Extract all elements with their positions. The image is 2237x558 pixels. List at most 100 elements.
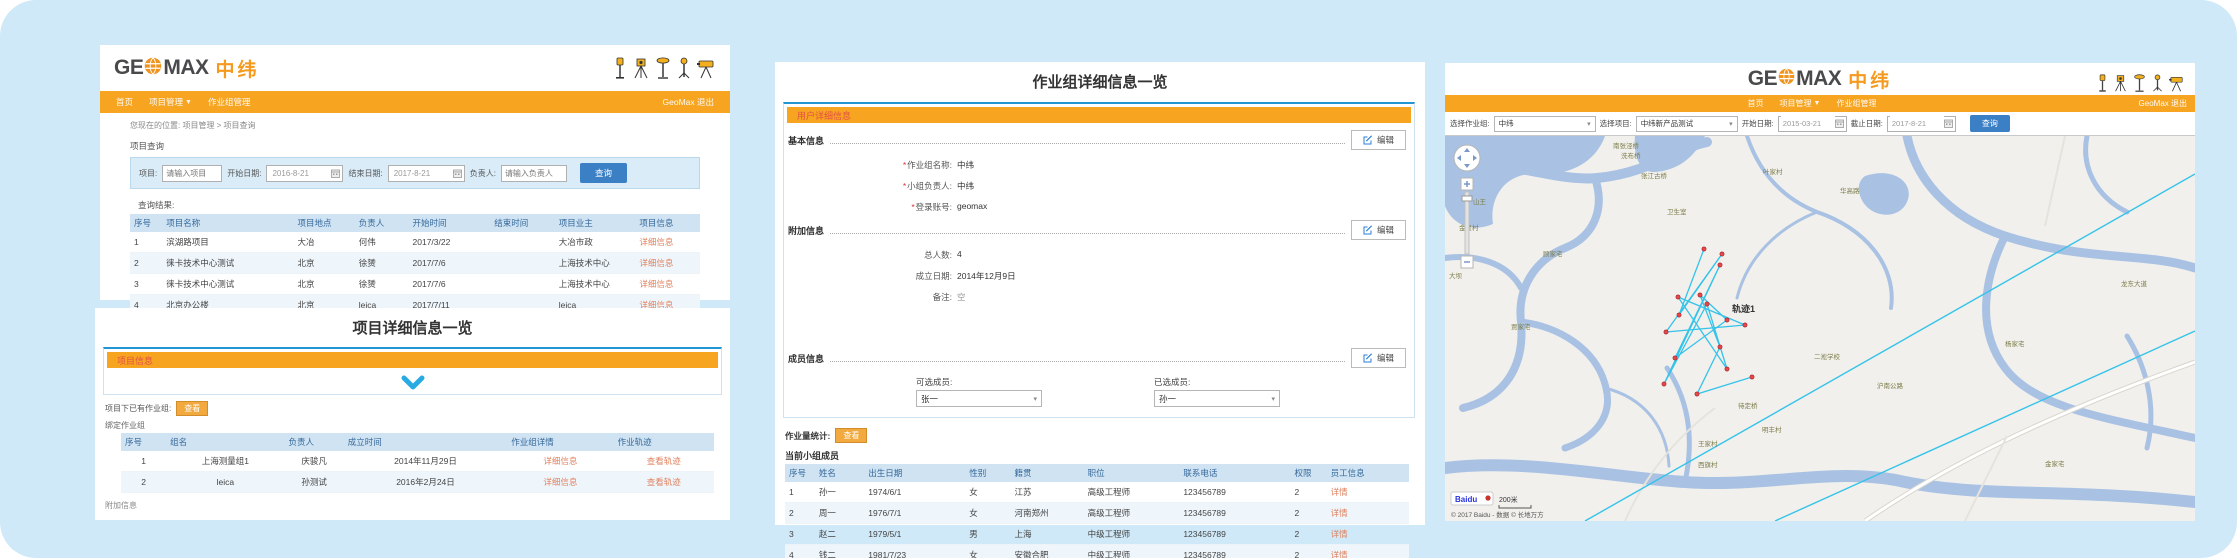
field-value: 中纬 [957,159,974,171]
end-date-input[interactable] [391,167,453,180]
table-link-cell[interactable]: 详情 [1327,545,1409,558]
svg-text:Baidu: Baidu [1455,495,1477,504]
table-body: 1滨湖路项目大冶何伟2017/3/22大冶市政详细信息2徕卡技术中心测试北京徐赟… [130,232,700,316]
table-link-cell[interactable]: 查看轨迹 [614,472,714,493]
table-link-cell[interactable]: 详情 [1327,482,1409,503]
owner-input[interactable] [501,165,567,182]
nav-workgroup-management[interactable]: 作业组管理 [208,96,251,108]
start-date-input[interactable] [1781,116,1835,131]
user-detail-box: 用户详细信息 基本信息 编辑 *作业组名称:中纬 *小组负责人:中纬 *登录账号… [783,102,1415,418]
start-date-field[interactable] [266,165,343,182]
column-header: 结束时间 [490,214,555,232]
field-label: *登录账号: [784,201,952,213]
project-name-input[interactable] [162,165,222,182]
map-pan-control[interactable] [1454,145,1480,171]
column-header: 姓名 [815,464,864,482]
field-value: geomax [957,201,987,213]
track-point-marker [1664,330,1668,334]
edit-extra-button[interactable]: 编辑 [1351,220,1406,240]
map-canvas[interactable]: 轨迹1 山王金星村大坝顾家宅贾家宅南张泾桥洗布桥张江古桥叶家村华高路卫生室王家村… [1445,136,2195,521]
nav-project-management[interactable]: 项目管理▼ [1780,98,1821,109]
table-link-cell[interactable]: 详细信息 [507,472,613,493]
table-link-cell[interactable]: 详细信息 [507,451,613,472]
track-map-window: GE MAX 中纬 首页 项目管理▼ 作业组管理 GeoMax 退出 选择作业组… [1445,63,2195,520]
project-select[interactable]: 中纬新产品测试▾ [1636,116,1738,132]
zoom-handle[interactable] [1462,196,1472,201]
map-place-label: 南张泾桥 [1613,141,1640,150]
expand-row[interactable] [104,371,721,394]
table-body: 1孙一1974/6/1女江苏高级工程师1234567892详情2周一1976/7… [785,482,1409,558]
column-header: 出生日期 [864,464,965,482]
field-label: *小组负责人: [784,180,952,192]
table-link-cell[interactable]: 详情 [1327,503,1409,524]
member-selects-row: 可选成员: 张一▾ 已选成员: 孙一▾ [916,376,1414,407]
search-button[interactable]: 查询 [580,163,627,183]
logout-link[interactable]: GeoMax 退出 [2139,98,2187,109]
logo-text-zhongwei: 中纬 [1848,66,1892,93]
start-date-label: 开始日期: [1742,118,1774,129]
start-date-field[interactable] [1778,116,1847,132]
available-members-select[interactable]: 张一▾ [916,390,1042,407]
logo-text-max: MAX [1796,67,1841,91]
logout-link[interactable]: GeoMax 退出 [663,96,715,108]
end-date-field[interactable] [1887,116,1956,132]
chevron-down-icon[interactable] [400,375,426,391]
table-cell: 1981/7/23 [864,545,965,558]
group-select[interactable]: 中纬▾ [1494,116,1596,132]
calendar-icon[interactable] [1944,119,1953,128]
map-place-label: 金家宅 [2045,459,2065,468]
end-date-input[interactable] [1890,116,1944,131]
map-place-label: 洗布桥 [1621,151,1641,160]
geomax-logo: GE MAX 中纬 [1748,66,1893,93]
nav-workgroup-management[interactable]: 作业组管理 [1836,98,1876,109]
view-bound-groups-button[interactable]: 查看 [176,401,208,416]
field-value: 2014年12月9日 [957,270,1016,282]
selected-option: 孙一 [1159,393,1176,405]
table-cell: 2016年2月24日 [344,472,508,493]
table-link-cell[interactable]: 详细信息 [635,274,700,295]
bind-group-label: 绑定作业组 [105,420,730,431]
edit-members-button[interactable]: 编辑 [1351,348,1406,368]
gnss-rover-icon [654,57,672,79]
workload-stats-label: 作业量统计: [785,430,830,442]
table-link-cell[interactable]: 详情 [1327,524,1409,545]
track-point-marker [1673,356,1677,360]
globe-icon [1778,68,1795,90]
nav-home[interactable]: 首页 [116,96,133,108]
table-cell: 2017/3/22 [409,232,491,253]
calendar-icon[interactable] [1835,119,1844,128]
calendar-icon[interactable] [453,169,462,178]
map-place-label: 华高路 [1840,186,1860,195]
table-cell: 上海 [1010,524,1083,545]
calendar-icon[interactable] [331,169,340,178]
baidu-map[interactable]: 轨迹1 山王金星村大坝顾家宅贾家宅南张泾桥洗布桥张江古桥叶家村华高路卫生室王家村… [1445,136,2195,521]
track-markers [1662,247,1754,396]
field-row: 成立日期:2014年12月9日 [784,270,1414,282]
table-link-cell[interactable]: 查看轨迹 [614,451,714,472]
start-date-input[interactable] [269,167,331,180]
track-point-marker [1662,382,1666,386]
project-detail-window: 项目详细信息一览 项目信息 项目下已有作业组: 查看 绑定作业组 序号组名负责人… [95,308,730,520]
table-row: 3徕卡技术中心测试北京徐赟2017/7/6上海技术中心详细信息 [130,274,700,295]
field-label: *作业组名称: [784,159,952,171]
table-link-cell[interactable]: 详细信息 [635,253,700,274]
edit-basic-button[interactable]: 编辑 [1351,130,1406,150]
field-label-text: 作业组名称: [907,160,952,170]
table-header-row: 序号项目名称项目地点负责人开始时间结束时间项目业主项目信息 [130,214,700,232]
table-cell: 2 [1291,524,1327,545]
table-cell: 男 [965,524,1010,545]
nav-home[interactable]: 首页 [1748,98,1764,109]
table-link-cell[interactable]: 详细信息 [635,232,700,253]
table-row: 2周一1976/7/1女河南郑州高级工程师1234567892详情 [785,503,1409,524]
table-cell [490,253,555,274]
project-select-label: 选择项目: [1600,118,1632,129]
end-date-field[interactable] [388,165,465,182]
instrument-icon-strip [2096,74,2185,92]
chosen-members-select[interactable]: 孙一▾ [1154,390,1280,407]
gnss-receiver-icon [2096,74,2109,92]
track-search-button[interactable]: 查询 [1970,115,2010,132]
nav-project-management[interactable]: 项目管理▼ [149,96,192,108]
workload-stats-row: 作业量统计: 查看 [785,428,1425,443]
view-stats-button[interactable]: 查看 [835,428,867,443]
map-place-label: 杨家宅 [2005,339,2025,348]
